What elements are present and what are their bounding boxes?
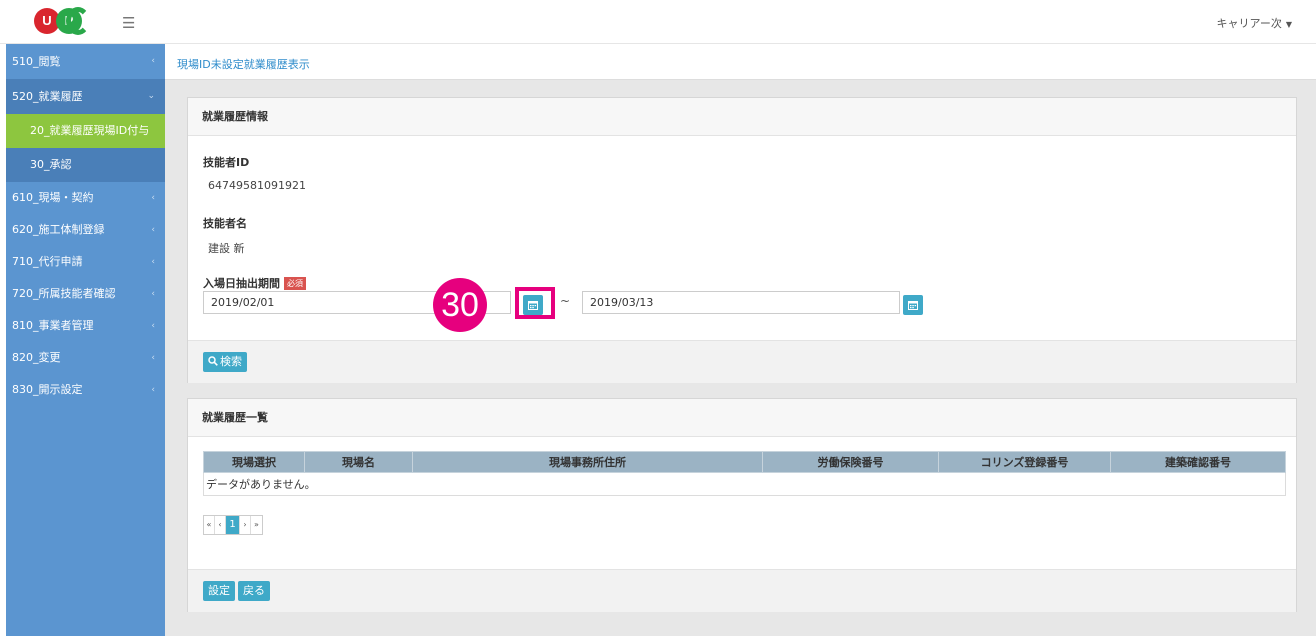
date-to-calendar-button[interactable] xyxy=(903,295,923,315)
table-row: データがありません。 xyxy=(203,472,1286,496)
sidebar-item-520[interactable]: 520_就業履歴 ⌄ xyxy=(6,79,165,114)
sidebar-item-label: 720_所属技能者確認 xyxy=(12,287,116,300)
sidebar-item-620[interactable]: 620_施工体制登録 ‹ xyxy=(6,214,165,246)
sidebar-subitem-30[interactable]: 30_承認 xyxy=(6,148,165,182)
column-header[interactable]: 建築確認番号 xyxy=(1110,451,1286,473)
chevron-down-icon: ⌄ xyxy=(147,91,155,101)
required-badge: 必須 xyxy=(284,277,306,290)
sidebar-subitem-20[interactable]: 20_就業履歴現場ID付与 xyxy=(6,114,165,148)
pager-next-button[interactable]: › xyxy=(240,516,251,534)
info-panel: 就業履歴情報 技能者ID 64749581091921 技能者名 建設 新 入場… xyxy=(187,97,1297,383)
app-logo[interactable]: U P xyxy=(34,6,90,36)
sidebar-item-830[interactable]: 830_開示設定 ‹ xyxy=(6,374,165,406)
sidebar-item-label: 20_就業履歴現場ID付与 xyxy=(30,124,150,137)
main-content: 現場ID未設定就業履歴表示 就業履歴情報 技能者ID 6474958109192… xyxy=(165,44,1316,636)
sidebar-item-820[interactable]: 820_変更 ‹ xyxy=(6,342,165,374)
list-panel-footer: 設定 戻る xyxy=(188,569,1296,612)
pager-first-button[interactable]: « xyxy=(204,516,215,534)
sidebar-item-720[interactable]: 720_所属技能者確認 ‹ xyxy=(6,278,165,310)
range-separator: ~ xyxy=(560,294,571,308)
search-button-label: 検索 xyxy=(220,355,242,368)
panel-title: 就業履歴一覧 xyxy=(188,399,1296,437)
caret-down-icon: ▼ xyxy=(1285,20,1292,29)
sidebar-item-610[interactable]: 610_現場・契約 ‹ xyxy=(6,182,165,214)
sidebar-item-510[interactable]: 510_閲覧 ‹ xyxy=(6,44,165,79)
pagination: « ‹ 1 › » xyxy=(203,515,263,535)
info-panel-footer: 検索 xyxy=(188,340,1296,383)
back-button[interactable]: 戻る xyxy=(238,581,270,601)
step-number-badge: 30 xyxy=(433,278,487,332)
logo-ring xyxy=(66,7,90,35)
column-header[interactable]: コリンズ登録番号 xyxy=(938,451,1111,473)
search-button[interactable]: 検索 xyxy=(203,352,247,372)
worker-name-value: 建設 新 xyxy=(208,242,245,255)
search-icon xyxy=(208,356,218,366)
set-button[interactable]: 設定 xyxy=(203,581,235,601)
user-menu-dropdown[interactable]: キャリアー次 ▼ xyxy=(1217,15,1293,31)
chevron-left-icon: ‹ xyxy=(151,56,155,66)
table-header-row: 現場選択 現場名 現場事務所住所 労働保険番号 コリンズ登録番号 建築確認番号 xyxy=(203,451,1286,473)
empty-message: データがありません。 xyxy=(203,472,1286,496)
worker-name-label: 技能者名 xyxy=(203,217,247,230)
history-table: 現場選択 現場名 現場事務所住所 労働保険番号 コリンズ登録番号 建築確認番号 … xyxy=(203,451,1286,496)
chevron-left-icon: ‹ xyxy=(151,321,155,331)
pager-last-button[interactable]: » xyxy=(251,516,262,534)
pager-prev-button[interactable]: ‹ xyxy=(215,516,226,534)
calendar-icon xyxy=(908,301,918,310)
panel-title: 就業履歴情報 xyxy=(188,98,1296,136)
sidebar-item-710[interactable]: 710_代行申請 ‹ xyxy=(6,246,165,278)
pager-page-1-button[interactable]: 1 xyxy=(226,516,240,534)
sidebar-item-label: 830_開示設定 xyxy=(12,383,83,396)
column-header[interactable]: 現場選択 xyxy=(203,451,305,473)
worker-id-label: 技能者ID xyxy=(203,156,250,169)
sidebar-item-label: 710_代行申請 xyxy=(12,255,83,268)
date-to-input[interactable]: 2019/03/13 xyxy=(582,291,900,314)
chevron-left-icon: ‹ xyxy=(151,193,155,203)
list-panel: 就業履歴一覧 現場選択 現場名 現場事務所住所 労働保険番号 コリンズ登録番号 … xyxy=(187,398,1297,612)
user-menu-label: キャリアー次 xyxy=(1216,17,1282,30)
chevron-left-icon: ‹ xyxy=(151,385,155,395)
chevron-left-icon: ‹ xyxy=(151,353,155,363)
column-header[interactable]: 労働保険番号 xyxy=(762,451,939,473)
entry-period-label: 入場日抽出期間 必須 xyxy=(203,275,306,291)
sidebar-item-label: 610_現場・契約 xyxy=(12,191,94,204)
column-header[interactable]: 現場事務所住所 xyxy=(412,451,763,473)
step-highlight-box xyxy=(515,287,555,319)
top-bar: U P ☰ キャリアー次 ▼ xyxy=(0,0,1316,44)
breadcrumb[interactable]: 現場ID未設定就業履歴表示 xyxy=(177,56,310,72)
worker-id-value: 64749581091921 xyxy=(208,179,306,192)
chevron-left-icon: ‹ xyxy=(151,289,155,299)
chevron-left-icon: ‹ xyxy=(151,257,155,267)
sidebar-item-810[interactable]: 810_事業者管理 ‹ xyxy=(6,310,165,342)
sidebar-item-label: 820_変更 xyxy=(12,351,61,364)
sidebar-item-label: 810_事業者管理 xyxy=(12,319,94,332)
column-header[interactable]: 現場名 xyxy=(304,451,413,473)
sidebar: 510_閲覧 ‹ 520_就業履歴 ⌄ 20_就業履歴現場ID付与 30_承認 61… xyxy=(6,44,165,636)
sidebar-item-label: 510_閲覧 xyxy=(12,55,61,68)
sidebar-item-label: 520_就業履歴 xyxy=(12,90,83,103)
breadcrumb-bar: 現場ID未設定就業履歴表示 xyxy=(165,44,1316,80)
chevron-left-icon: ‹ xyxy=(151,225,155,235)
entry-period-text: 入場日抽出期間 xyxy=(203,277,280,290)
sidebar-item-label: 30_承認 xyxy=(30,158,72,171)
hamburger-menu-icon[interactable]: ☰ xyxy=(122,14,135,32)
sidebar-item-label: 620_施工体制登録 xyxy=(12,223,105,236)
